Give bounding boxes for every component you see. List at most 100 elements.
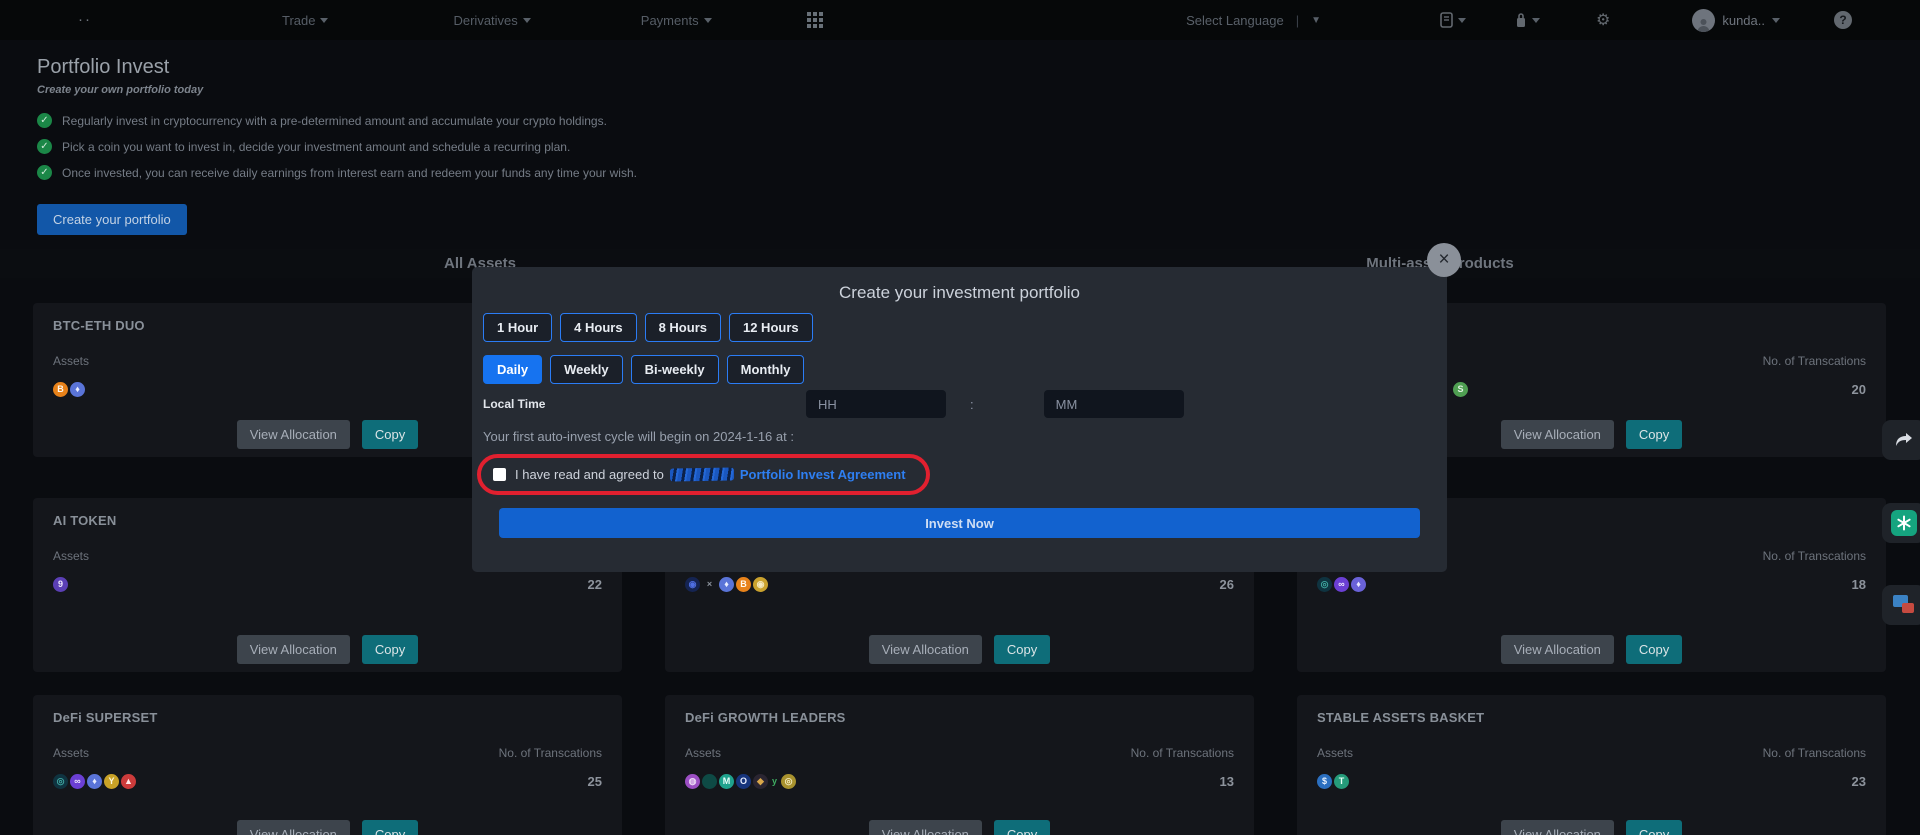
coin-icon: S [1453, 382, 1468, 397]
chevron-down-icon [320, 18, 328, 23]
transactions-value: 20 [1852, 382, 1866, 397]
coin-icon: B [736, 577, 751, 592]
option-4-hours[interactable]: 4 Hours [560, 313, 636, 342]
view-allocation-button[interactable]: View Allocation [237, 420, 350, 449]
wallet-menu[interactable] [1514, 12, 1540, 29]
create-portfolio-modal: × Create your investment portfolio 1 Hou… [472, 267, 1447, 572]
chevron-down-icon [704, 18, 712, 23]
view-allocation-button[interactable]: View Allocation [869, 635, 982, 664]
option-8-hours[interactable]: 8 Hours [645, 313, 721, 342]
copy-button[interactable]: Copy [994, 635, 1050, 664]
redacted-brand-scribble [670, 467, 734, 481]
chevron-down-icon [1772, 18, 1780, 23]
transactions-label: No. of Transcations [1763, 354, 1866, 368]
local-time-row: Local Time : [483, 390, 1436, 418]
minute-input[interactable] [1044, 390, 1184, 418]
chevron-down-icon [523, 18, 531, 23]
hour-input[interactable] [806, 390, 946, 418]
nav-item-derivatives[interactable]: Derivatives [453, 13, 530, 28]
option-weekly[interactable]: Weekly [550, 355, 623, 384]
apps-grid-icon[interactable] [807, 12, 823, 28]
orders-icon [1439, 12, 1454, 28]
check-circle-icon: ✓ [37, 139, 52, 154]
copy-button[interactable]: Copy [1626, 635, 1682, 664]
page-subtitle: Create your own portfolio today [37, 84, 1883, 96]
nav-item-trade[interactable]: Trade [282, 13, 328, 28]
feature-list: ✓ Regularly invest in cryptocurrency wit… [37, 113, 1883, 180]
copy-button[interactable]: Copy [362, 820, 418, 835]
nav-item-payments[interactable]: Payments [641, 13, 712, 28]
feature-text: Pick a coin you want to invest in, decid… [62, 140, 570, 154]
assets-label: Assets [53, 746, 89, 760]
portfolio-invest-agreement-link[interactable]: Portfolio Invest Agreement [740, 467, 906, 482]
view-allocation-button[interactable]: View Allocation [1501, 635, 1614, 664]
create-portfolio-button[interactable]: Create your portfolio [37, 204, 187, 235]
app-root: ·· Trade Derivatives Payments Select Lan… [0, 0, 1920, 835]
assets-label: Assets [53, 354, 89, 368]
hour-options-row: 1 Hour 4 Hours 8 Hours 12 Hours [483, 313, 1436, 342]
transactions-label: No. of Transcations [1131, 746, 1234, 760]
chevron-down-icon [1532, 18, 1540, 23]
help-icon[interactable]: ? [1834, 11, 1852, 29]
transactions-value: 18 [1852, 577, 1866, 592]
agreement-row: I have read and agreed toPortfolio Inves… [493, 467, 906, 482]
share-button[interactable] [1882, 420, 1920, 460]
card-title: DeFi SUPERSET [53, 710, 602, 725]
portfolio-card: STABLE ASSETS BASKET Assets No. of Trans… [1297, 695, 1886, 835]
frequency-options-row: Daily Weekly Bi-weekly Monthly [483, 355, 1436, 384]
transactions-value: 22 [588, 577, 602, 592]
asset-coins: 9 [53, 577, 70, 592]
copy-button[interactable]: Copy [1626, 420, 1682, 449]
share-icon [1893, 430, 1915, 450]
feature-item: ✓ Once invested, you can receive daily e… [37, 165, 1883, 180]
feedback-button[interactable] [1882, 585, 1920, 625]
coin-icon: Y [104, 774, 119, 789]
feature-item: ✓ Regularly invest in cryptocurrency wit… [37, 113, 1883, 128]
asset-coins: ◍MO◆y◎ [685, 774, 798, 789]
modal-title: Create your investment portfolio [483, 283, 1436, 303]
check-circle-icon: ✓ [37, 165, 52, 180]
avatar [1692, 9, 1715, 32]
nav-item-label: Trade [282, 13, 315, 28]
page-title: Portfolio Invest [37, 56, 1883, 79]
copy-button[interactable]: Copy [362, 420, 418, 449]
view-allocation-button[interactable]: View Allocation [1501, 420, 1614, 449]
view-allocation-button[interactable]: View Allocation [237, 635, 350, 664]
agreement-checkbox[interactable] [493, 468, 506, 481]
orders-menu[interactable] [1439, 12, 1466, 28]
agreement-text: I have read and agreed toPortfolio Inves… [515, 467, 906, 482]
coin-icon: ◎ [1317, 577, 1332, 592]
settings-gear-icon[interactable]: ⚙ [1596, 10, 1610, 30]
transactions-label: No. of Transcations [1763, 746, 1866, 760]
option-1-hour[interactable]: 1 Hour [483, 313, 552, 342]
option-biweekly[interactable]: Bi-weekly [631, 355, 719, 384]
view-allocation-button[interactable]: View Allocation [1501, 820, 1614, 835]
view-allocation-button[interactable]: View Allocation [869, 820, 982, 835]
feature-text: Regularly invest in cryptocurrency with … [62, 114, 607, 128]
transactions-value: 25 [588, 774, 602, 789]
option-12-hours[interactable]: 12 Hours [729, 313, 813, 342]
coin-icon: 9 [53, 577, 68, 592]
coin-icon [702, 774, 717, 789]
transactions-value: 26 [1220, 577, 1234, 592]
invest-now-button[interactable]: Invest Now [499, 508, 1420, 538]
view-allocation-button[interactable]: View Allocation [237, 820, 350, 835]
user-menu[interactable]: kunda.. [1692, 9, 1780, 32]
person-icon [1696, 17, 1711, 32]
language-selector[interactable]: Select Language | ▼ [1186, 13, 1321, 28]
asset-coins: ◉×♦B◉ [685, 577, 770, 592]
divider: | [1296, 13, 1299, 28]
copy-button[interactable]: Copy [362, 635, 418, 664]
nav-right: Select Language | ▼ ⚙ [1186, 9, 1852, 32]
option-daily[interactable]: Daily [483, 355, 542, 384]
option-monthly[interactable]: Monthly [727, 355, 805, 384]
language-label: Select Language [1186, 13, 1284, 28]
transactions-label: No. of Transcations [1763, 549, 1866, 563]
copy-button[interactable]: Copy [994, 820, 1050, 835]
coin-icon: M [719, 774, 734, 789]
copy-button[interactable]: Copy [1626, 820, 1682, 835]
close-icon[interactable]: × [1427, 243, 1461, 277]
local-time-label: Local Time [483, 397, 806, 411]
ai-assistant-button[interactable] [1882, 503, 1920, 543]
asset-coins: B♦ [53, 382, 87, 397]
